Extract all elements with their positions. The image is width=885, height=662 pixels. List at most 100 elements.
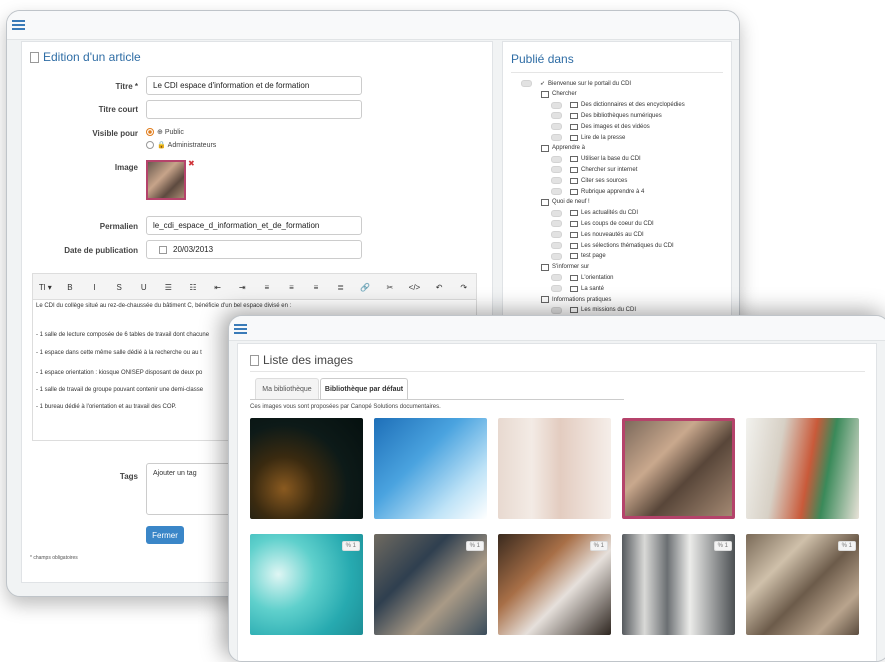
editor-line: - 1 salle de lecture composée de 6 table… — [36, 332, 210, 338]
toolbar-button[interactable]: I — [82, 283, 107, 292]
tree-item[interactable]: Citer ses sources — [551, 177, 627, 185]
tree-item[interactable]: Chercher — [541, 90, 577, 98]
image-thumbnail-library-shelves[interactable]: % 1 — [622, 534, 735, 635]
toggle-icon[interactable] — [521, 80, 532, 87]
tree-item[interactable]: S'informer sur — [541, 263, 589, 271]
toolbar-button[interactable]: ☷ — [181, 283, 206, 292]
toggle-icon[interactable] — [551, 166, 562, 174]
toggle-icon[interactable] — [551, 155, 562, 163]
tree-item[interactable]: Quoi de neuf ! — [541, 198, 590, 206]
tree-item[interactable]: Les missions du CDI — [551, 306, 636, 314]
visible-public-option[interactable]: ⊕ Public — [146, 128, 184, 136]
toolbar-button[interactable]: U — [131, 283, 156, 292]
toolbar-button[interactable]: ≡ — [254, 283, 279, 292]
date-input[interactable]: 20/03/2013 — [146, 240, 362, 259]
tree-item[interactable]: Les coups de coeur du CDI — [551, 220, 654, 228]
tree-item[interactable]: Les sélections thématiques du CDI — [551, 242, 674, 249]
toggle-icon[interactable] — [551, 220, 562, 228]
toggle-icon[interactable] — [551, 177, 562, 185]
image-thumbnail-bookshelf[interactable] — [498, 418, 611, 519]
tree-item[interactable]: Les actualités du CDI — [551, 209, 639, 217]
visible-label: Visible pour — [92, 129, 138, 138]
usage-count-badge: % 1 — [713, 541, 732, 551]
folder-icon — [541, 263, 549, 271]
image-thumbnail-students-library[interactable]: % 1 — [374, 534, 487, 635]
tree-item[interactable]: Des images et des vidéos — [551, 123, 650, 131]
toggle-icon[interactable] — [551, 209, 562, 217]
editor-line: - 1 espace orientation : kiosque ONISEP … — [36, 370, 203, 376]
toggle-icon[interactable] — [551, 134, 562, 141]
toolbar-button[interactable]: ≡ — [279, 283, 304, 292]
tree-item[interactable]: Apprendre à — [541, 144, 585, 152]
toolbar-button[interactable]: ≣ — [328, 283, 353, 292]
tree-item[interactable]: Chercher sur internet — [551, 166, 638, 174]
titre-court-label: Titre court — [98, 105, 138, 114]
toggle-icon[interactable] — [551, 231, 562, 239]
toolbar-button[interactable]: ☰ — [156, 283, 181, 292]
toolbar-button[interactable]: 🔗 — [353, 283, 378, 292]
image-thumbnail-students-reading[interactable] — [622, 418, 735, 519]
toggle-icon[interactable] — [551, 101, 562, 109]
menu-icon[interactable] — [12, 20, 25, 30]
page-icon — [570, 253, 578, 260]
page-icon — [570, 177, 578, 184]
toggle-icon[interactable] — [551, 123, 562, 131]
toggle-icon[interactable] — [551, 252, 562, 260]
image-thumbnail-abstract-dark[interactable] — [250, 418, 363, 519]
toolbar-button[interactable]: </> — [402, 283, 427, 292]
tree-item[interactable]: Utiliser la base du CDI — [551, 155, 641, 163]
toggle-icon[interactable] — [551, 188, 562, 195]
visible-admin-label: Administrateurs — [167, 141, 217, 149]
toolbar-button[interactable]: B — [58, 283, 83, 292]
tree-item[interactable]: Des dictionnaires et des encyclopédies — [551, 101, 685, 109]
toolbar-button[interactable]: S — [107, 283, 132, 292]
toolbar-button[interactable]: Tl ▾ — [33, 283, 58, 292]
editor-line: - 1 bureau dédié à l'orientation et au t… — [36, 404, 177, 410]
visible-admin-option[interactable]: 🔒 Administrateurs — [146, 141, 216, 149]
image-thumbnail-girl-tablet[interactable]: % 1 — [498, 534, 611, 635]
tab-bibliotheque-par-defaut[interactable]: Bibliothèque par défaut — [320, 378, 408, 399]
usage-count-badge: % 1 — [837, 541, 856, 551]
permalien-input[interactable]: le_cdi_espace_d_information_et_de_format… — [146, 216, 362, 235]
tree-item-label: Lire de la presse — [581, 134, 626, 141]
toolbar-button[interactable]: ✂ — [378, 283, 403, 292]
tree-item[interactable]: Informations pratiques — [541, 296, 611, 303]
titre-input[interactable]: Le CDI espace d'information et de format… — [146, 76, 362, 95]
page-icon — [570, 166, 578, 173]
tree-item[interactable]: test page — [551, 252, 606, 260]
toolbar-button[interactable]: ≡ — [304, 283, 329, 292]
toggle-icon[interactable] — [551, 306, 562, 314]
page-icon — [570, 285, 578, 292]
tree-item-label: Les actualités du CDI — [581, 210, 639, 217]
selected-image-thumbnail[interactable] — [146, 160, 186, 200]
toggle-icon[interactable] — [551, 274, 562, 282]
image-thumbnail-book-pages[interactable] — [746, 418, 859, 519]
titre-court-input[interactable] — [146, 100, 362, 119]
toolbar-button[interactable]: ⇥ — [230, 283, 255, 292]
tree-item[interactable]: Les nouveautés au CDI — [551, 231, 644, 239]
page-icon — [570, 274, 578, 281]
image-thumbnail-abstract-teal[interactable]: % 1 — [250, 534, 363, 635]
tree-item[interactable]: Lire de la presse — [551, 134, 625, 141]
tree-item-label: Chercher sur internet — [581, 166, 638, 173]
fermer-button[interactable]: Fermer — [146, 526, 184, 544]
image-thumbnail-group-floor[interactable]: % 1 — [746, 534, 859, 635]
tab-ma-bibliotheque[interactable]: Ma bibliothèque — [255, 378, 319, 399]
remove-image-icon[interactable]: ✖ — [188, 159, 195, 168]
toggle-icon[interactable] — [551, 242, 562, 249]
tree-item[interactable]: La santé — [551, 285, 604, 293]
toolbar-button[interactable]: ↷ — [451, 283, 476, 292]
editor-toolbar: Tl ▾ B I S U ☰ ☷ ⇤ ⇥ ≡ ≡ ≡ ≣ 🔗 ✂ </> ↶ ↷ — [32, 273, 477, 301]
menu-icon-images[interactable] — [234, 324, 247, 334]
usage-count-badge: % 1 — [341, 541, 360, 551]
tree-item[interactable]: L'orientation — [551, 274, 614, 282]
image-thumbnail-abstract-blue[interactable] — [374, 418, 487, 519]
toolbar-button[interactable]: ↶ — [427, 283, 452, 292]
toggle-icon[interactable] — [551, 285, 562, 293]
toolbar-button[interactable]: ⇤ — [205, 283, 230, 292]
tree-item[interactable]: Des bibliothèques numériques — [551, 112, 662, 120]
tree-item[interactable]: ➶ Bienvenue sur le portail du CDI — [521, 80, 631, 87]
toggle-icon[interactable] — [551, 112, 562, 120]
tree-item[interactable]: Rubrique apprendre à 4 — [551, 188, 644, 195]
tree-item-label: Des images et des vidéos — [581, 123, 650, 130]
